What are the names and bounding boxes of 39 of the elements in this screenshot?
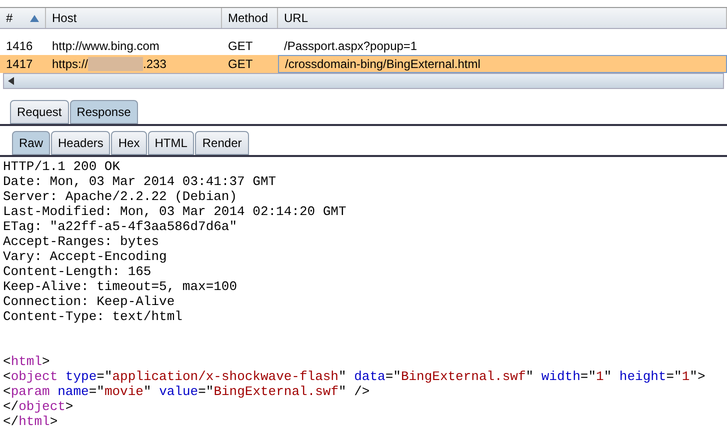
code-line: Content-Type: text/html [3, 309, 184, 324]
code-line: Content-Length: 165 [3, 264, 152, 279]
code-line: Keep-Alive: timeout=5, max=100 [3, 279, 238, 294]
tab[interactable]: Hex [111, 131, 147, 155]
code-line: <html> [3, 354, 51, 369]
table-cell-text: .233 [143, 56, 166, 73]
tab[interactable]: HTML [148, 131, 194, 155]
code-line: ETag: "a22ff-a5-4f3aa586d7d6a" [3, 219, 238, 234]
tab[interactable]: Render [195, 131, 249, 155]
horizontal-scrollbar[interactable] [3, 73, 724, 89]
column-header[interactable]: # [0, 8, 46, 28]
table-cell-text: http://www.bing.com [52, 38, 160, 55]
code-line: Last-Modified: Mon, 03 Mar 2014 02:14:20 GMT [3, 204, 348, 219]
code-line: Server: Apache/2.2.22 (Debian) [3, 189, 238, 204]
code-line: <param name="movie" value="BingExternal.swf" /> [3, 384, 371, 399]
code-line: Vary: Accept-Encoding [3, 249, 168, 264]
code-line: Connection: Keep-Alive [3, 294, 176, 309]
code-line: </html> [3, 414, 59, 429]
code-line: </object> [3, 399, 74, 414]
blurred-block [88, 57, 144, 71]
table-cell-text: https:// [52, 56, 88, 73]
table-cell-text: GET [228, 56, 253, 73]
table-cell-text: GET [228, 38, 253, 55]
tab[interactable]: Headers [51, 131, 110, 155]
tab[interactable]: Raw [12, 131, 50, 155]
column-header[interactable]: Method [222, 8, 278, 28]
table-cell-text: /Passport.aspx?popup=1 [284, 38, 418, 55]
table-cell-text: /crossdomain-bing/BingExternal.html [285, 56, 480, 73]
code-line: Accept-Ranges: bytes [3, 234, 160, 249]
column-header[interactable]: Host [46, 8, 222, 28]
code-line: Date: Mon, 03 Mar 2014 03:41:37 GMT [3, 174, 278, 189]
code-line: HTTP/1.1 200 OK [3, 159, 122, 174]
tab[interactable]: Request [10, 100, 69, 124]
table-cell-text: 1416 [6, 38, 33, 55]
code-line: <object type="application/x-shockwave-flash" data="BingExternal.swf" width="1" height="1"> [3, 369, 706, 384]
tab[interactable]: Response [70, 100, 138, 124]
table-row[interactable]: 1417 https:// .233 GET /crossdomain-bing/BingExternal.html [0, 55, 727, 73]
column-header[interactable]: URL [278, 8, 727, 28]
table-cell-text: 1417 [6, 56, 33, 73]
